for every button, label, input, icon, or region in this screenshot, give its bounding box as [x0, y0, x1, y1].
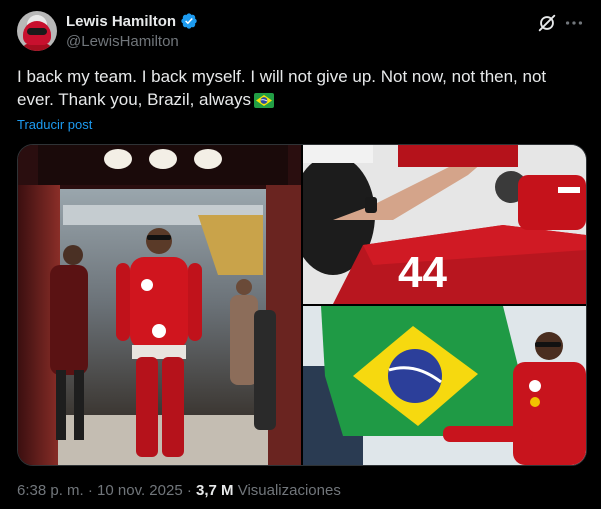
photo-car-44[interactable]: 44	[303, 145, 586, 304]
media-grid: 44	[17, 144, 587, 466]
photo-brazil-flag[interactable]	[303, 306, 586, 465]
tweet: Lewis Hamilton @LewisHamilton I back my …	[0, 0, 601, 509]
author-name-row: Lewis Hamilton	[66, 12, 198, 30]
avatar-visor	[27, 28, 47, 35]
tweet-time[interactable]: 6:38 p. m.	[17, 482, 84, 499]
photo-hamilton-walking-graphic	[18, 145, 301, 465]
translate-link[interactable]: Traducir post	[17, 117, 92, 132]
meta-separator: ·	[87, 482, 93, 499]
tweet-text: I back my team. I back myself. I will no…	[17, 65, 577, 111]
verified-badge-icon	[181, 13, 197, 29]
views-label: Visualizaciones	[237, 482, 341, 499]
photo-car-44-graphic: 44	[303, 145, 586, 304]
photo-brazil-flag-graphic	[303, 306, 586, 465]
car-number-text: 44	[398, 248, 447, 297]
tweet-meta: 6:38 p. m. · 10 nov. 2025 · 3,7 M Visual…	[17, 482, 341, 499]
photo-hamilton-walking[interactable]	[18, 145, 301, 465]
tweet-text-content: I back my team. I back myself. I will no…	[17, 67, 547, 109]
grok-icon[interactable]	[536, 12, 558, 34]
meta-separator: ·	[186, 482, 192, 499]
author-display-name[interactable]: Lewis Hamilton	[66, 13, 176, 30]
author-handle[interactable]: @LewisHamilton	[66, 33, 179, 50]
avatar[interactable]	[17, 11, 57, 51]
flag-brazil-icon	[254, 93, 275, 108]
views-count: 3,7 M	[196, 482, 234, 499]
tweet-date[interactable]: 10 nov. 2025	[97, 482, 183, 499]
more-icon[interactable]	[563, 12, 585, 34]
